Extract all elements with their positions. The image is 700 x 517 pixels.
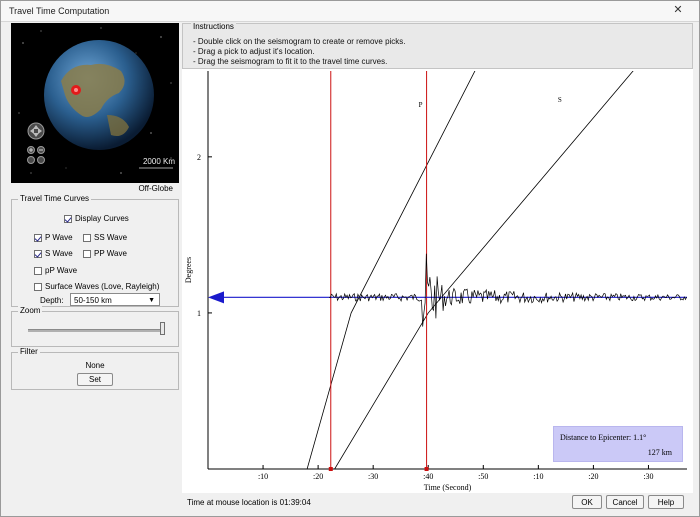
checkbox-box[interactable]: [83, 249, 91, 258]
cancel-button[interactable]: Cancel: [606, 495, 644, 509]
y-tick-label: 1: [197, 309, 201, 318]
pp-wave-checkbox[interactable]: PP Wave: [83, 249, 127, 258]
group-label: Filter: [18, 347, 40, 356]
left-panel: 2000 Km Off-Globe Travel Time Curves Dis…: [11, 23, 179, 471]
title-bar: Travel Time Computation ✕: [1, 1, 699, 22]
checkbox-box[interactable]: [34, 282, 42, 291]
checkbox-label: pP Wave: [45, 266, 78, 275]
curve-label-s: S: [558, 96, 562, 104]
filter-value: None: [85, 361, 105, 370]
checkbox-label: PP Wave: [94, 249, 127, 258]
instructions-panel: Instructions - Double click on the seism…: [182, 22, 693, 69]
checkbox-box[interactable]: [34, 249, 42, 258]
distance-degrees: Distance to Epicenter: 1.1°: [560, 433, 647, 442]
instruction-line: - Drag the seismogram to fit it to the t…: [193, 57, 388, 66]
travel-curve-p: [306, 71, 476, 469]
y-axis-label: Degrees: [184, 257, 193, 283]
reset-icon[interactable]: [37, 156, 45, 164]
checkbox-label: SS Wave: [94, 233, 128, 242]
ok-button[interactable]: OK: [572, 495, 602, 509]
surface-waves-checkbox[interactable]: Surface Waves (Love, Rayleigh): [34, 282, 159, 291]
checkbox-label: Display Curves: [75, 214, 129, 223]
x-tick-label: :30: [643, 472, 653, 481]
checkbox-box[interactable]: [83, 233, 91, 242]
travel-curve-s: [334, 71, 634, 469]
travel-time-window: Travel Time Computation ✕ 2000 Km Off-Gl…: [0, 0, 700, 517]
checkbox-label: P Wave: [45, 233, 73, 242]
distance-km: 127 km: [647, 448, 672, 457]
status-text: Time at mouse location is 01:39:04: [187, 498, 311, 507]
ss-wave-checkbox[interactable]: SS Wave: [83, 233, 127, 242]
globe-view[interactable]: 2000 Km: [11, 23, 179, 183]
x-axis-label: Time (Second): [424, 483, 472, 492]
checkbox-box[interactable]: [34, 233, 42, 242]
filter-group: Filter None Set: [11, 347, 179, 390]
display-curves-checkbox[interactable]: Display Curves: [64, 214, 129, 223]
zoom-in-icon[interactable]: [27, 146, 35, 154]
depth-select[interactable]: 50-150 km ▼: [70, 293, 160, 306]
x-tick-label: :40: [423, 472, 433, 481]
epicenter-core: [74, 88, 78, 92]
curve-label-p: P: [419, 101, 423, 109]
chevron-down-icon: ▼: [148, 297, 155, 304]
checkbox-box[interactable]: [34, 266, 42, 275]
pick-handle[interactable]: [424, 467, 429, 471]
seismogram-trace[interactable]: [328, 253, 688, 327]
depth-value: 50-150 km: [74, 296, 112, 305]
checkbox-label: Surface Waves (Love, Rayleigh): [45, 282, 160, 291]
close-icon[interactable]: ✕: [671, 4, 685, 17]
zoom-slider-track[interactable]: [28, 329, 162, 332]
instruction-line: - Double click on the seismogram to crea…: [193, 37, 406, 46]
scale-label: 2000 Km: [142, 157, 175, 166]
x-tick-label: :50: [478, 472, 488, 481]
x-tick-label: :20: [313, 472, 323, 481]
zoom-group: Zoom: [11, 306, 179, 347]
x-tick-label: :10: [533, 472, 543, 481]
navigation-pad-icon[interactable]: [27, 122, 45, 140]
zoom-out-icon[interactable]: [37, 146, 45, 154]
group-label: Zoom: [18, 306, 43, 315]
group-label: Travel Time Curves: [18, 194, 92, 203]
help-button[interactable]: Help: [648, 495, 684, 509]
distance-box: Distance to Epicenter: 1.1° 127 km: [553, 426, 683, 462]
filter-set-button[interactable]: Set: [77, 373, 113, 386]
y-tick-label: 2: [197, 153, 201, 162]
window-title: Travel Time Computation: [9, 6, 110, 16]
pp-depth-wave-checkbox[interactable]: pP Wave: [34, 266, 77, 275]
x-tick-label: :10: [258, 472, 268, 481]
zoom-slider-thumb[interactable]: [160, 322, 165, 335]
travel-time-curves-group: Travel Time Curves Display Curves P Wave…: [11, 194, 179, 307]
instruction-line: - Drag a pick to adjust it's location.: [193, 47, 315, 56]
checkbox-box[interactable]: [64, 214, 72, 223]
depth-label: Depth:: [40, 296, 64, 305]
p-wave-checkbox[interactable]: P Wave: [34, 233, 73, 242]
seismogram-plot[interactable]: :10 :20 :30 :40 :50 :10 :20 :30 1 2 Time (Second) D…: [182, 69, 693, 493]
group-label: Instructions: [191, 22, 236, 31]
x-tick-label: :20: [588, 472, 598, 481]
rotate-icon[interactable]: [27, 156, 35, 164]
epicenter-marker-arrow[interactable]: [208, 291, 224, 304]
checkbox-label: S Wave: [45, 249, 73, 258]
x-tick-label: :30: [368, 472, 378, 481]
s-wave-checkbox[interactable]: S Wave: [34, 249, 73, 258]
pick-handle[interactable]: [328, 467, 333, 471]
